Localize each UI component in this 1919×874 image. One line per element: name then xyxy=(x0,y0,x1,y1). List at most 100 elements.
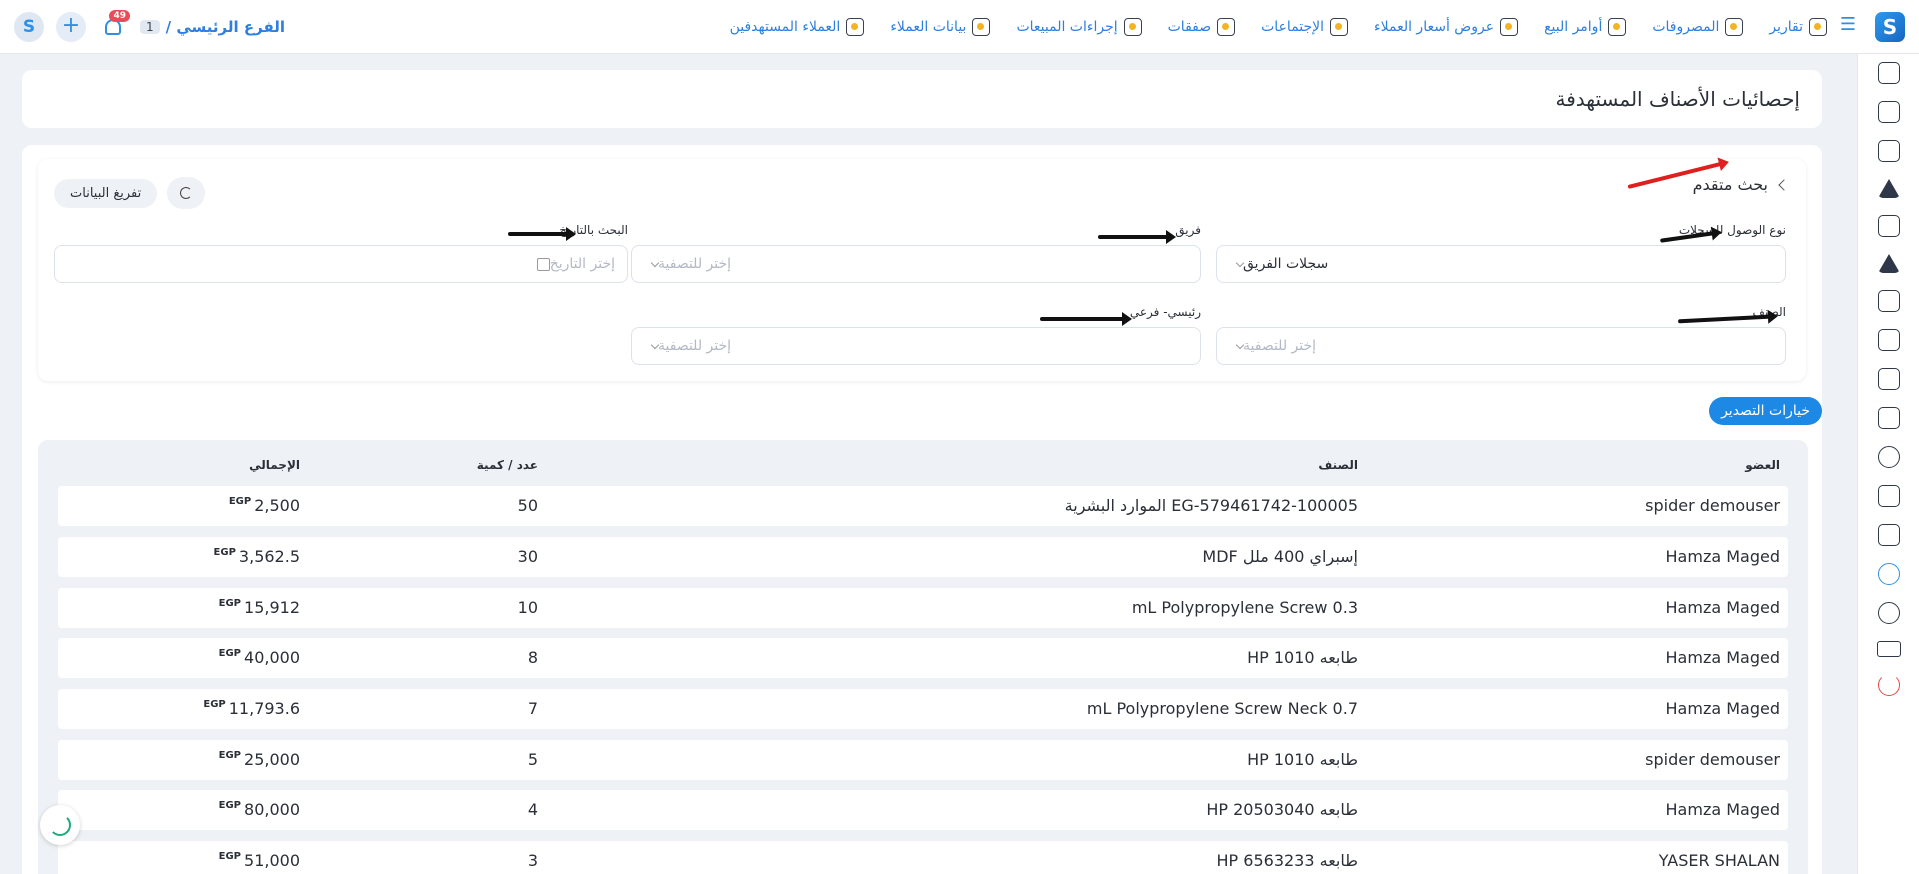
table-row[interactable]: Hamza Maged طابعه HP 20503040 4 EGP 80,00… xyxy=(58,790,1788,830)
cell-qty: 7 xyxy=(527,699,538,718)
nav-deals[interactable]: صفقات xyxy=(1168,18,1236,36)
menu-icon[interactable]: ☰ xyxy=(1839,16,1857,34)
settings-icon[interactable] xyxy=(1877,602,1900,624)
table-row[interactable]: Hamza Maged طابعه HP 1010 8 EGP 40,000 xyxy=(58,638,1788,678)
expenses-icon xyxy=(1725,18,1744,36)
currency-label: EGP xyxy=(218,648,242,659)
triangle-icon[interactable] xyxy=(1877,254,1900,273)
nav-meetings[interactable]: الإجتماعات xyxy=(1261,18,1349,36)
cell-member: spider demouser xyxy=(1645,750,1780,769)
main-sub-select[interactable]: إختر للتصفية xyxy=(631,327,1201,365)
th-qty: عدد / كمية xyxy=(476,458,538,472)
cell-member: Hamza Maged xyxy=(1665,547,1780,566)
date-input[interactable]: إختر التاريخ xyxy=(54,245,628,283)
total-value: 25,000 xyxy=(244,750,300,769)
table-row[interactable]: Hamza Maged mL Polypropylene Screw Neck … xyxy=(58,689,1788,729)
refresh-icon xyxy=(180,187,193,199)
nav-sales-actions[interactable]: إجراءات المبيعات xyxy=(1016,18,1142,36)
screen-icon[interactable] xyxy=(1876,641,1901,657)
branch-selector[interactable]: الفرع الرئيسي / 1 xyxy=(140,18,285,36)
truck-file-icon[interactable] xyxy=(1877,368,1900,390)
delivery-icon[interactable] xyxy=(1877,407,1900,429)
calendar-icon xyxy=(536,257,550,271)
header-tools: S + 49 الفرع الرئيسي / 1 xyxy=(14,10,285,44)
add-icon[interactable]: + xyxy=(56,12,86,42)
nav-label: الإجتماعات xyxy=(1261,19,1325,35)
cell-item: طابعه HP 6563233 xyxy=(1216,851,1358,870)
nav-label: عروض أسعار العملاء xyxy=(1374,19,1495,35)
medical-file-icon[interactable] xyxy=(1877,485,1900,507)
loading-icon xyxy=(49,814,71,836)
nav-sales-orders[interactable]: أوامر البيع xyxy=(1544,18,1627,36)
nav-quotes[interactable]: عروض أسعار العملاء xyxy=(1374,18,1519,36)
annotation-arrow xyxy=(1098,230,1176,244)
table-row[interactable]: YASER SHALAN طابعه HP 6563233 3 EGP 51,00… xyxy=(58,841,1788,874)
table-row[interactable]: spider demouser EG-579461742-100005 المو… xyxy=(58,486,1788,526)
notifications-button[interactable]: 49 xyxy=(98,10,130,42)
main-sub-placeholder: إختر للتصفية xyxy=(658,338,732,354)
doc-search-icon[interactable] xyxy=(1877,524,1900,546)
cell-total: EGP 2,500 xyxy=(229,496,300,515)
deals-icon xyxy=(1217,18,1236,36)
cell-item: mL Polypropylene Screw Neck 0.7 xyxy=(1086,699,1358,718)
table-row[interactable]: Hamza Maged mL Polypropylene Screw 0.3 1… xyxy=(58,588,1788,628)
cell-total: EGP 25,000 xyxy=(219,750,300,769)
top-bar: S ☰ العملاء المستهدفين بيانات العملاء إج… xyxy=(0,0,1919,54)
cell-qty: 3 xyxy=(527,851,538,870)
cell-item: طابعه HP 1010 xyxy=(1247,648,1358,667)
total-value: 15,912 xyxy=(244,598,300,617)
sales-orders-icon xyxy=(1608,18,1627,36)
table-row[interactable]: Hamza Maged إسبراي 400 ملل MDF 30 EGP 3,5… xyxy=(58,537,1788,577)
main-nav: العملاء المستهدفين بيانات العملاء إجراءا… xyxy=(730,0,1827,54)
team-label: فريق xyxy=(1175,223,1201,237)
cell-member: Hamza Maged xyxy=(1665,800,1780,819)
refresh-button[interactable] xyxy=(167,177,206,209)
advanced-search-toggle[interactable]: بحث متقدم xyxy=(1693,175,1790,194)
currency-label: EGP xyxy=(218,598,242,609)
cell-item: إسبراي 400 ملل MDF xyxy=(1202,547,1358,566)
invoice-icon[interactable] xyxy=(1877,290,1900,312)
clear-data-button[interactable]: تفريغ البيانات xyxy=(54,178,158,208)
access-type-select[interactable]: سجلات الفريق xyxy=(1216,245,1786,283)
total-value: 3,562.5 xyxy=(238,547,300,566)
table-row[interactable]: spider demouser طابعه HP 1010 5 EGP 25,00… xyxy=(58,740,1788,780)
cell-item: طابعه HP 20503040 xyxy=(1206,800,1358,819)
nav-reports[interactable]: تقارير xyxy=(1769,18,1827,36)
th-item: الصنف xyxy=(1318,458,1358,472)
cell-qty: 4 xyxy=(527,800,538,819)
branch-number: 1 xyxy=(140,20,160,34)
total-value: 51,000 xyxy=(244,851,300,870)
page-title: إحصائيات الأصناف المستهدفة xyxy=(1555,87,1801,111)
cell-total: EGP 11,793.6 xyxy=(203,699,300,718)
cell-item: mL Polypropylene Screw 0.3 xyxy=(1131,598,1358,617)
nav-label: أوامر البيع xyxy=(1544,19,1603,35)
team-select[interactable]: إختر للتصفية xyxy=(631,245,1201,283)
currency-label: EGP xyxy=(213,547,236,558)
time-file-icon[interactable] xyxy=(1877,62,1900,84)
video-icon[interactable] xyxy=(1877,215,1900,237)
cell-member: Hamza Maged xyxy=(1665,699,1780,718)
money-icon[interactable] xyxy=(1877,140,1900,162)
export-options-button[interactable]: خيارات التصدير xyxy=(1709,397,1822,425)
nav-expenses[interactable]: المصروفات xyxy=(1652,18,1744,36)
cell-member: spider demouser xyxy=(1645,496,1780,515)
nav-label: بيانات العملاء xyxy=(890,19,967,35)
currency-label: EGP xyxy=(203,699,226,710)
team-icon[interactable] xyxy=(1877,101,1900,123)
cell-qty: 10 xyxy=(517,598,538,617)
warning-icon[interactable] xyxy=(1877,179,1900,198)
cell-total: EGP 3,562.5 xyxy=(214,547,300,566)
user-settings-icon[interactable] xyxy=(1877,446,1900,468)
power-icon[interactable] xyxy=(1877,674,1900,696)
filter-tools: تفريغ البيانات xyxy=(54,177,206,209)
statistics-icon[interactable] xyxy=(1877,563,1900,585)
annotation-arrow xyxy=(508,227,576,241)
signature-icon[interactable] xyxy=(1877,329,1900,351)
app-logo-icon[interactable]: S xyxy=(1875,12,1905,42)
currency-label: EGP xyxy=(228,496,252,507)
nav-customer-data[interactable]: بيانات العملاء xyxy=(890,18,991,36)
chevron-left-icon xyxy=(1778,178,1790,191)
category-select[interactable]: إختر للتصفية xyxy=(1216,327,1786,365)
nav-target-customers[interactable]: العملاء المستهدفين xyxy=(730,18,865,36)
company-logo-icon[interactable]: S xyxy=(14,12,44,42)
